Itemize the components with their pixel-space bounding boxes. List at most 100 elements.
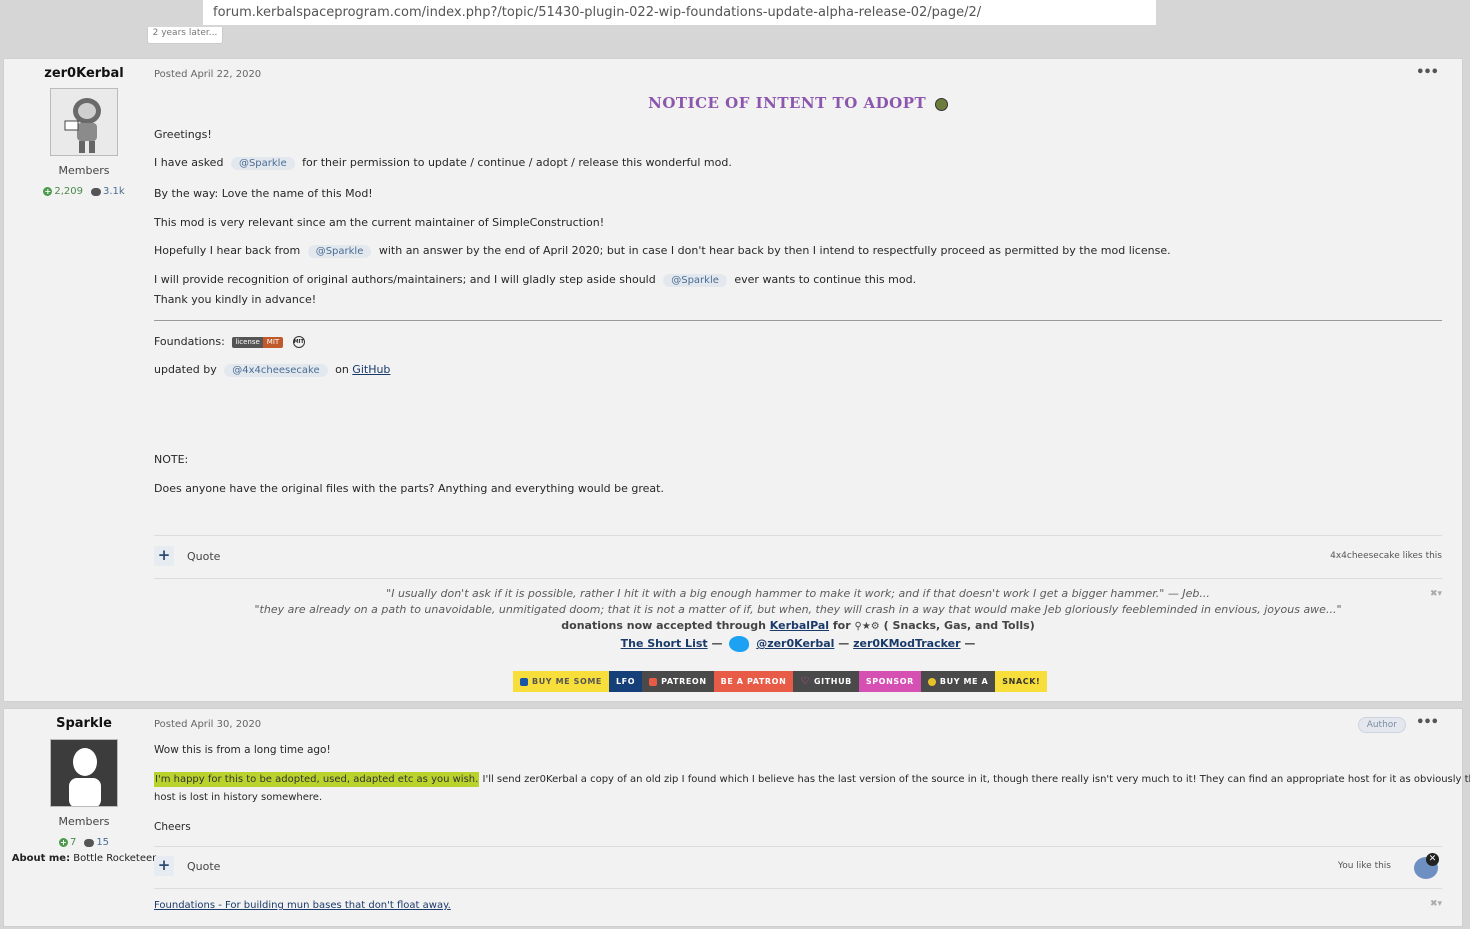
mention-cheesecake[interactable]: @4x4cheesecake xyxy=(224,364,328,377)
post-date[interactable]: Posted April 22, 2020 xyxy=(154,69,261,80)
post-content: Posted April 22, 2020 ••• NOTICE OF INTE… xyxy=(154,59,1442,703)
badge-label: SPONSOR xyxy=(865,677,914,686)
post-menu-button[interactable]: ••• xyxy=(1416,65,1439,80)
patreon-badge[interactable]: PATREON xyxy=(642,671,714,692)
updated-by-line: updated by @4x4cheesecake on GitHub xyxy=(154,363,390,377)
mention-sparkle[interactable]: @Sparkle xyxy=(307,245,372,258)
time-gap-label: 2 years later... xyxy=(147,27,223,44)
default-avatar-image xyxy=(51,740,117,806)
twitter-icon xyxy=(729,636,750,652)
multiquote-button[interactable]: + xyxy=(154,856,174,876)
quote-button[interactable]: Quote xyxy=(187,550,220,563)
paragraph-recognition: I will provide recognition of original a… xyxy=(154,273,916,287)
github-link[interactable]: GitHub xyxy=(352,363,390,376)
hide-signature-icon[interactable]: ✖▾ xyxy=(1430,899,1442,909)
address-bar[interactable]: forum.kerbalspaceprogram.com/index.php?/… xyxy=(203,0,1156,25)
paragraph-text: with an answer by the end of April 2020;… xyxy=(378,244,1171,257)
badge-label: SNACK! xyxy=(1002,677,1041,686)
reputation-value: 2,209 xyxy=(54,186,83,197)
mod-tracker-link[interactable]: zer0KModTracker xyxy=(853,637,960,650)
multiquote-button[interactable]: + xyxy=(154,546,174,566)
donations-line: donations now accepted through KerbalPal… xyxy=(154,619,1442,632)
badge-label: GITHUB xyxy=(813,677,852,686)
paragraph-asked: I have asked @Sparkle for their permissi… xyxy=(154,156,732,170)
paragraph-text: Hopefully I hear back from xyxy=(154,244,301,257)
member-group: Members xyxy=(58,164,110,177)
divider xyxy=(154,846,1442,847)
avatar[interactable] xyxy=(50,88,118,156)
author-column: Sparkle Members + 7 15 About me: Bottle … xyxy=(4,709,164,864)
cheers-text: Cheers xyxy=(154,821,191,833)
greeting-text: Greetings! xyxy=(154,128,212,141)
reputation-stat: + 7 xyxy=(58,837,77,848)
github-badge[interactable]: ♡ GITHUB xyxy=(793,671,859,692)
kerbalpal-link[interactable]: KerbalPal xyxy=(770,619,829,632)
paragraph-text: I have asked xyxy=(154,156,224,169)
author-name[interactable]: zer0Kerbal xyxy=(4,66,164,81)
reputation-icon: + xyxy=(58,838,68,847)
post-content: Posted April 30, 2020 Author ••• Wow thi… xyxy=(154,709,1470,928)
likes-text[interactable]: 4x4cheesecake likes this xyxy=(1330,551,1442,561)
badge-label: BUY ME SOME xyxy=(532,677,602,686)
signature-link[interactable]: Foundations - For building mun bases tha… xyxy=(154,900,451,911)
author-badge: Author xyxy=(1357,717,1406,733)
posts-count: 15 xyxy=(96,837,110,848)
signature-quote: "they are already on a path to unavoidab… xyxy=(254,603,1342,616)
posts-stat: 3.1k xyxy=(90,186,125,197)
patreon-icon xyxy=(649,677,658,686)
paragraph-text: for their permission to update / continu… xyxy=(302,156,732,169)
like-reaction-icon[interactable]: ✕ xyxy=(1414,853,1439,879)
post-actions: + Quote You like this ✕ xyxy=(154,853,1442,879)
avatar[interactable] xyxy=(50,739,118,807)
short-list-link[interactable]: The Short List xyxy=(621,637,708,650)
you-like-text[interactable]: You like this xyxy=(1338,861,1391,871)
post-actions: + Quote 4x4cheesecake likes this xyxy=(154,546,1442,566)
be-a-patron-badge[interactable]: BE A PATRON xyxy=(713,671,794,692)
divider xyxy=(154,888,1442,889)
separator-dash: — xyxy=(838,637,850,650)
badge-label: BE A PATRON xyxy=(720,677,787,686)
about-me: About me: Bottle Rocketeer xyxy=(4,853,164,864)
buy-me-snack-badge[interactable]: BUY ME A xyxy=(920,671,996,692)
foundations-label: Foundations: xyxy=(154,335,225,348)
badge-label: PATREON xyxy=(661,677,707,686)
note-text: Does anyone have the original files with… xyxy=(154,482,664,495)
paragraph-text: I will provide recognition of original a… xyxy=(154,273,656,286)
quote-button[interactable]: Quote xyxy=(187,860,220,873)
license-badge[interactable]: license MIT xyxy=(232,336,284,348)
snack-gas-toll-icons: ⚲★⚙ xyxy=(854,621,880,632)
mention-sparkle[interactable]: @Sparkle xyxy=(663,274,727,287)
post: Sparkle Members + 7 15 About me: Bottle … xyxy=(3,708,1470,928)
mention-sparkle[interactable]: @Sparkle xyxy=(230,157,295,170)
horizontal-rule xyxy=(154,320,1442,321)
snack-icon xyxy=(927,677,936,686)
posts-count: 3.1k xyxy=(102,186,125,197)
lfo-badge[interactable]: LFO xyxy=(608,671,643,692)
notice-text: NOTICE OF INTENT TO ADOPT xyxy=(648,94,927,112)
paragraph-adopt: I'm happy for this to be adopted, used, … xyxy=(154,772,1470,787)
close-icon[interactable]: ✕ xyxy=(1426,853,1439,866)
about-me-value: Bottle Rocketeer xyxy=(73,853,157,864)
sponsor-badge[interactable]: SPONSOR xyxy=(858,671,921,692)
notice-heading: NOTICE OF INTENT TO ADOPT xyxy=(154,94,1442,112)
avatar-image xyxy=(51,89,117,155)
post-menu-button[interactable]: ••• xyxy=(1416,715,1439,730)
snack-badge[interactable]: SNACK! xyxy=(995,671,1048,692)
paragraph-name: By the way: Love the name of this Mod! xyxy=(154,187,373,200)
buy-me-lfo-badge[interactable]: BUY ME SOME xyxy=(513,671,609,692)
paragraph-long-time: Wow this is from a long time ago! xyxy=(154,744,331,756)
signature: Foundations - For building mun bases tha… xyxy=(154,898,451,911)
paragraph-text: ever wants to continue this mod. xyxy=(734,273,917,286)
paragraph-text: I'll send zer0Kerbal a copy of an old zi… xyxy=(479,774,1470,785)
hide-signature-icon[interactable]: ✖▾ xyxy=(1430,589,1442,599)
links-line: The Short List — @zer0Kerbal — zer0KModT… xyxy=(154,636,1442,652)
donations-for: for xyxy=(832,619,851,632)
post-date[interactable]: Posted April 30, 2020 xyxy=(154,719,261,730)
reputation-stat: + 2,209 xyxy=(43,186,83,197)
badge-label: LFO xyxy=(615,677,636,686)
author-name[interactable]: Sparkle xyxy=(4,716,164,731)
donation-badges: BUY ME SOME LFO PATREON BE A PATRON ♡ GI… xyxy=(513,671,1048,692)
reputation-value: 7 xyxy=(69,837,77,848)
twitter-link[interactable]: @zer0Kerbal xyxy=(756,637,834,650)
separator-dash: — xyxy=(711,637,723,650)
